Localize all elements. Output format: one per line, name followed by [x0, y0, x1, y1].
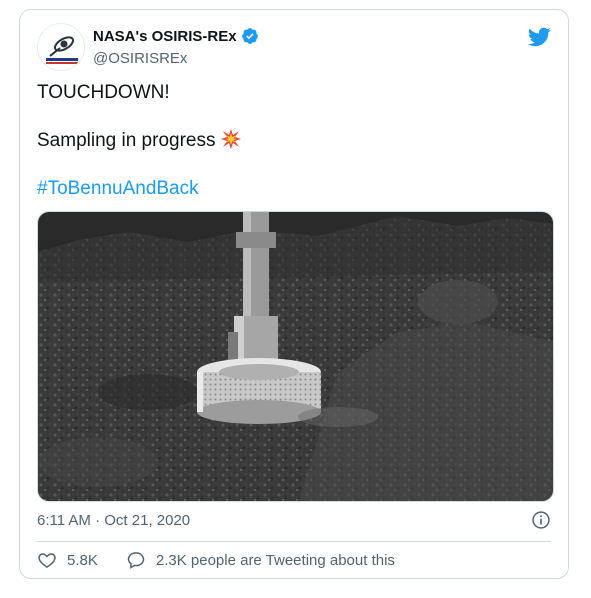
hashtag-link[interactable]: #ToBennuAndBack	[37, 177, 199, 201]
info-icon[interactable]	[531, 510, 551, 530]
tweet-text-sampling: Sampling in progress	[37, 130, 216, 151]
osiris-rex-logo	[38, 24, 84, 70]
like-button[interactable]: 5.8K	[37, 550, 98, 570]
verified-badge-icon	[241, 28, 258, 44]
tweet-text-line-2: Sampling in progress	[37, 129, 242, 153]
tweet-timestamp[interactable]: 6:11 AM · Oct 21, 2020	[37, 512, 190, 529]
divider	[37, 541, 551, 542]
twitter-bird-icon[interactable]	[527, 25, 551, 49]
tweet-embed-card: NASA's OSIRIS-REx @OSIRISREx TOUCHDOWN! …	[19, 9, 569, 579]
heart-icon	[38, 553, 56, 568]
tweet-media-image[interactable]	[37, 211, 554, 502]
collision-emoji-icon	[221, 129, 242, 149]
avatar[interactable]	[37, 23, 85, 71]
author-name[interactable]: NASA's OSIRIS-REx	[93, 28, 237, 45]
tweet-text-line-1: TOUCHDOWN!	[37, 82, 170, 103]
conversation-button[interactable]: 2.3K people are Tweeting about this	[126, 550, 395, 570]
like-count: 5.8K	[67, 551, 98, 569]
conversation-text: 2.3K people are Tweeting about this	[155, 551, 395, 569]
speech-bubble-icon	[127, 552, 145, 569]
sampling-arm-on-asteroid-image	[38, 212, 553, 501]
author-handle[interactable]: @OSIRISREx	[93, 50, 187, 67]
